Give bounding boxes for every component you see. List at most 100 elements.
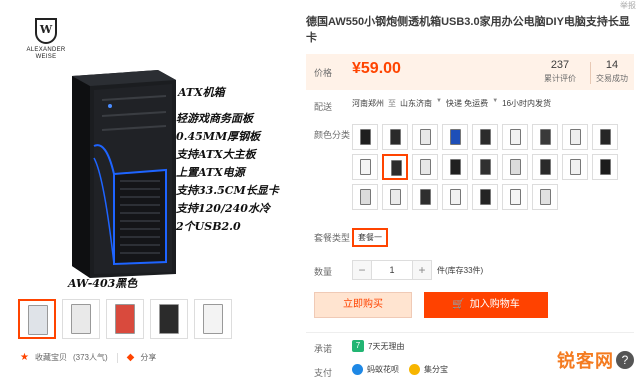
color-swatch[interactable]: [592, 124, 618, 150]
thumbnail-image: [203, 304, 223, 334]
color-swatch[interactable]: [592, 154, 618, 180]
express-fee: 快递 免运费: [445, 99, 489, 108]
thumbnail[interactable]: [18, 299, 56, 339]
color-swatch[interactable]: [562, 124, 588, 150]
chevron-down-icon[interactable]: ▼: [436, 98, 442, 109]
thumbnail-image: [159, 304, 179, 334]
color-swatch[interactable]: [352, 184, 378, 210]
swatch-image: [450, 129, 461, 145]
thumbnail-image: [115, 304, 135, 334]
add-to-cart-label: 加入购物车: [469, 299, 520, 310]
swatch-image: [391, 160, 402, 176]
package-option[interactable]: 套餐一: [352, 228, 388, 247]
swatch-image: [540, 159, 551, 175]
color-swatch[interactable]: [532, 124, 558, 150]
chevron-down-icon[interactable]: ▼: [492, 98, 498, 109]
thumbnail[interactable]: [62, 299, 100, 339]
divider: [306, 332, 634, 333]
sales-count: 14: [605, 59, 619, 71]
swatch-image: [570, 129, 581, 145]
watermark-text: 锐客网: [557, 351, 614, 372]
brand-name-line1: ALEXANDER: [26, 47, 66, 53]
swatch-image: [540, 129, 551, 145]
color-swatch[interactable]: [382, 124, 408, 150]
payment-method[interactable]: 集分宝: [424, 364, 448, 375]
color-swatch[interactable]: [412, 184, 438, 210]
swatch-image: [510, 159, 521, 175]
color-swatch[interactable]: [532, 154, 558, 180]
reviews-label: 累计评价: [544, 74, 576, 83]
color-swatch[interactable]: [352, 154, 378, 180]
color-swatch[interactable]: [532, 184, 558, 210]
buy-now-button[interactable]: 立即购买: [314, 292, 412, 318]
price-value: ¥59.00: [352, 60, 401, 77]
color-swatch-grid: [352, 124, 622, 214]
color-swatch[interactable]: [442, 184, 468, 210]
color-swatch[interactable]: [442, 154, 468, 180]
color-swatch[interactable]: [472, 124, 498, 150]
add-to-cart-button[interactable]: 🛒 加入购物车: [424, 292, 548, 318]
color-swatch[interactable]: [502, 154, 528, 180]
swatch-image: [480, 129, 491, 145]
price-label: 价格: [314, 68, 333, 78]
report-link[interactable]: 举报: [620, 0, 636, 11]
quantity-input[interactable]: 1: [372, 260, 412, 280]
question-icon: ?: [616, 351, 634, 369]
thumbnail-image: [71, 304, 91, 334]
watermark: 锐客网 ?: [557, 347, 634, 373]
feature-item: 轻游戏商务面板: [176, 112, 253, 125]
thumbnail[interactable]: [194, 299, 232, 339]
swatch-image: [450, 189, 461, 205]
swatch-image: [450, 159, 461, 175]
product-gallery: ALEXANDER WEISE: [0, 0, 300, 387]
share-link[interactable]: 分享: [140, 352, 156, 363]
seven-day-icon: 7: [352, 340, 364, 352]
sales-stat: 14 交易成功: [596, 59, 628, 84]
model-caption: AW-403黑色: [68, 277, 138, 290]
star-icon: ★: [20, 352, 29, 363]
product-info-panel: 举报 德国AW550小钢炮侧透机箱USB3.0家用办公电脑DIY电脑支持长显卡 …: [306, 0, 640, 387]
feature-item: 支持ATX大主板: [176, 148, 256, 161]
decrement-button[interactable]: −: [352, 260, 372, 280]
color-swatch[interactable]: [382, 184, 408, 210]
main-product-image[interactable]: ALEXANDER WEISE: [14, 10, 300, 292]
feature-item: 2个USB2.0: [176, 220, 241, 233]
thumbnail[interactable]: [106, 299, 144, 339]
color-swatch[interactable]: [352, 124, 378, 150]
swatch-image: [480, 159, 491, 175]
features-heading: ATX机箱: [178, 86, 225, 99]
thumbnail-image: [28, 305, 48, 335]
divider: [116, 352, 118, 363]
reviews-stat[interactable]: 237 累计评价: [544, 59, 576, 84]
package-label: 套餐类型: [314, 233, 351, 243]
ship-from: 河南郑州: [352, 99, 384, 108]
color-swatch[interactable]: [412, 154, 438, 180]
feature-item: 上置ATX电源: [176, 166, 245, 179]
thumbnail-strip: [18, 299, 232, 339]
color-swatch[interactable]: [442, 124, 468, 150]
promise-row: 7 7天无理由: [352, 340, 404, 352]
swatch-image: [390, 189, 401, 205]
swatch-image: [360, 189, 371, 205]
increment-button[interactable]: +: [412, 260, 432, 280]
favorite-link[interactable]: 收藏宝贝: [35, 352, 67, 363]
thumbnail[interactable]: [150, 299, 188, 339]
promise-text[interactable]: 7天无理由: [368, 341, 404, 352]
ship-to-selector[interactable]: 山东济南: [400, 98, 432, 109]
color-swatch[interactable]: [562, 154, 588, 180]
color-swatch-selected[interactable]: [382, 154, 408, 180]
color-swatch[interactable]: [502, 184, 528, 210]
swatch-image: [570, 159, 581, 175]
ship-to-prefix: 至: [388, 99, 396, 108]
payment-label: 支付: [314, 368, 333, 378]
color-swatch[interactable]: [412, 124, 438, 150]
swatch-image: [360, 159, 371, 175]
swatch-image: [360, 129, 371, 145]
color-swatch[interactable]: [472, 154, 498, 180]
color-swatch[interactable]: [502, 124, 528, 150]
reviews-count: 237: [550, 59, 570, 71]
brand-logo: ALEXANDER WEISE: [22, 18, 70, 61]
color-swatch[interactable]: [472, 184, 498, 210]
payment-method[interactable]: 蚂蚁花呗: [367, 364, 399, 375]
feature-item: 支持120/240水冷: [176, 202, 270, 215]
